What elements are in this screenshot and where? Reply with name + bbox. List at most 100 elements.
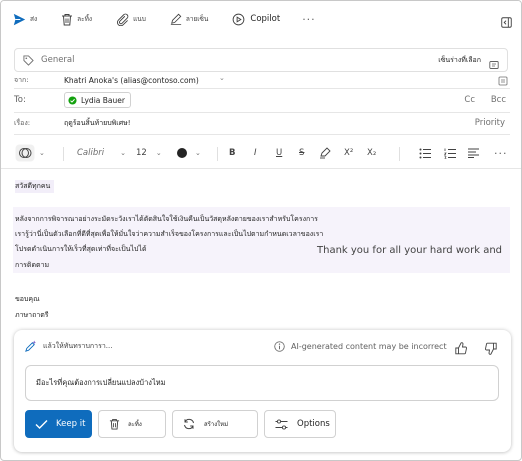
more-formatting-icon[interactable]: ··· <box>494 139 508 167</box>
cc-button[interactable]: Cc <box>464 95 475 105</box>
italic-button[interactable]: I <box>254 139 257 167</box>
body-line[interactable]: การติดตาม <box>15 259 49 272</box>
subscript-button[interactable]: X₂ <box>367 139 376 167</box>
body-line[interactable]: เรารู้ว่านี่เป็นตัวเลือกที่ดีที่สุดเพื่อ… <box>15 228 323 241</box>
pen-sparkle-icon <box>25 340 37 352</box>
keep-it-button[interactable]: Keep it <box>25 410 92 438</box>
divider <box>1 168 521 169</box>
thumbs-down-button[interactable] <box>485 340 497 359</box>
highlighter-icon <box>320 147 331 159</box>
recipient-name: Lydia Bauer <box>81 95 125 105</box>
pen-icon <box>170 13 182 25</box>
from-label: จาก: <box>14 75 29 84</box>
options-button[interactable]: Options <box>264 410 336 438</box>
bullet-list-icon <box>419 148 431 158</box>
copilot-icon <box>233 13 245 25</box>
copilot-panel-title: แล้วให้ทันทราบการา... <box>43 342 113 350</box>
chevron-down-icon: ⌄ <box>195 149 201 157</box>
discard-button[interactable]: ละทิ้ง <box>61 6 92 32</box>
signature-button[interactable]: ลายเซ็น <box>170 6 209 32</box>
bcc-button[interactable]: Bcc <box>491 95 506 105</box>
trash-icon <box>62 13 73 25</box>
discard-draft-button[interactable]: ละทิ้ง <box>98 410 166 438</box>
divider <box>14 134 510 135</box>
available-status-icon <box>68 95 77 105</box>
signature-label: ลายเซ็น <box>185 15 209 23</box>
refine-prompt-text: มีอะไรที่คุณต้องการเปลี่ยนแปลงบ้างไหม <box>36 378 166 387</box>
font-family-select[interactable]: Calibri ⌄ <box>77 139 126 167</box>
send-icon <box>13 13 26 25</box>
subject-row: เรื่อง: ฤดูร้อนสิ้นท้ายบพิเศษ! Priority <box>14 115 510 131</box>
separator <box>63 147 64 161</box>
chevron-down-icon: ⌄ <box>39 149 45 157</box>
more-options-icon[interactable]: ··· <box>302 13 316 26</box>
recipient-chip[interactable]: Lydia Bauer <box>64 92 131 108</box>
numbered-list-button[interactable] <box>444 139 456 167</box>
refine-prompt-input[interactable]: มีอะไรที่คุณต้องการเปลี่ยนแปลงบ้างไหม <box>25 365 499 401</box>
priority-button[interactable]: Priority <box>475 118 505 128</box>
body-signature[interactable]: ภาษาถาตรี <box>15 309 49 322</box>
pop-out-button[interactable] <box>501 13 512 32</box>
bold-button[interactable]: B <box>229 139 235 167</box>
trash-icon <box>109 418 120 430</box>
copilot-button[interactable]: Copilot <box>232 6 280 32</box>
subject-label: เรื่อง: <box>14 118 31 127</box>
from-value[interactable]: Khatri Anoka's (alias@contoso.com) <box>64 76 199 85</box>
format-painter-button[interactable]: ⌄ <box>15 139 45 167</box>
align-left-icon <box>468 148 479 158</box>
from-options-icon[interactable] <box>498 71 508 90</box>
checkmark-icon <box>35 419 48 429</box>
ai-disclaimer: AI-generated content may be incorrect <box>274 341 447 352</box>
paperclip-icon <box>117 13 129 26</box>
separator <box>399 147 400 161</box>
formatting-toolbar: ⌄ Calibri ⌄ 12 ⌄ ⌄ B I U S X² X₂ ··· <box>1 139 521 167</box>
send-button[interactable]: ส่ง <box>13 6 37 32</box>
format-painter-icon <box>15 144 35 162</box>
thumbs-up-icon <box>455 342 467 355</box>
subject-input[interactable]: ฤดูร้อนสิ้นท้ายบพิเศษ! <box>64 118 131 129</box>
compose-toolbar: ส่ง ละทิ้ง แนบ ลายเซ็น Copilot ··· <box>1 1 521 37</box>
strikethrough-button[interactable]: S <box>299 139 304 167</box>
draft-selector[interactable]: เซ็นร่างที่เลือก <box>438 55 481 66</box>
to-row: To: Lydia Bauer Cc Bcc <box>14 91 510 109</box>
font-family-value: Calibri <box>77 148 105 158</box>
thumbs-down-icon <box>485 342 497 355</box>
discard-draft-label: ละทิ้ง <box>128 421 142 428</box>
superscript-button[interactable]: X² <box>344 139 353 167</box>
body-closing[interactable]: ขอบคุณ <box>15 293 40 306</box>
keep-it-label: Keep it <box>56 419 86 429</box>
align-button[interactable] <box>468 139 479 167</box>
regenerate-button[interactable]: สร้างใหม่ <box>172 410 258 438</box>
separator <box>217 147 218 161</box>
regenerate-label: สร้างใหม่ <box>204 421 229 428</box>
from-row: จาก: Khatri Anoka's (alias@contoso.com) … <box>14 73 510 87</box>
chevron-down-icon: ⌄ <box>155 149 162 157</box>
divider <box>14 88 510 89</box>
body-greeting[interactable]: สวัสดีทุกคน <box>15 180 55 193</box>
ai-disclaimer-text: AI-generated content may be incorrect <box>291 342 447 351</box>
pop-out-icon <box>501 17 512 28</box>
font-size-value: 12 <box>136 148 147 158</box>
refresh-icon <box>184 418 194 430</box>
sensitivity-bar[interactable]: General เซ็นร่างที่เลือก <box>14 48 508 72</box>
thumbs-up-button[interactable] <box>455 340 467 359</box>
body-line[interactable]: โปรดดำเนินการให้เร็วที่สุดเท่าที่จะเป็นไ… <box>15 243 147 256</box>
ghost-suggestion: Thank you for all your hard work and <box>317 245 503 256</box>
options-label: Options <box>297 419 330 429</box>
info-icon <box>274 341 285 352</box>
sliders-icon <box>275 418 288 430</box>
chevron-down-icon: ⌄ <box>120 149 126 157</box>
body-line[interactable]: หลังจากการพิจารณาอย่างระมัดระวังเราได้ตั… <box>15 213 318 226</box>
font-color-button[interactable]: ⌄ <box>177 139 201 167</box>
font-size-select[interactable]: 12 ⌄ <box>136 139 162 167</box>
compose-window: ส่ง ละทิ้ง แนบ ลายเซ็น Copilot ··· Gener… <box>0 0 522 461</box>
bullet-list-button[interactable] <box>419 139 431 167</box>
highlight-button[interactable] <box>319 139 331 167</box>
underline-button[interactable]: U <box>276 139 282 167</box>
send-label: ส่ง <box>30 15 38 23</box>
from-chevron-icon[interactable]: ⌄ <box>219 74 225 82</box>
to-label: To: <box>14 95 26 105</box>
attach-button[interactable]: แนบ <box>116 6 146 32</box>
copilot-panel-header: แล้วให้ทันทราบการา... <box>24 340 112 353</box>
discard-label: ละทิ้ง <box>77 15 93 23</box>
